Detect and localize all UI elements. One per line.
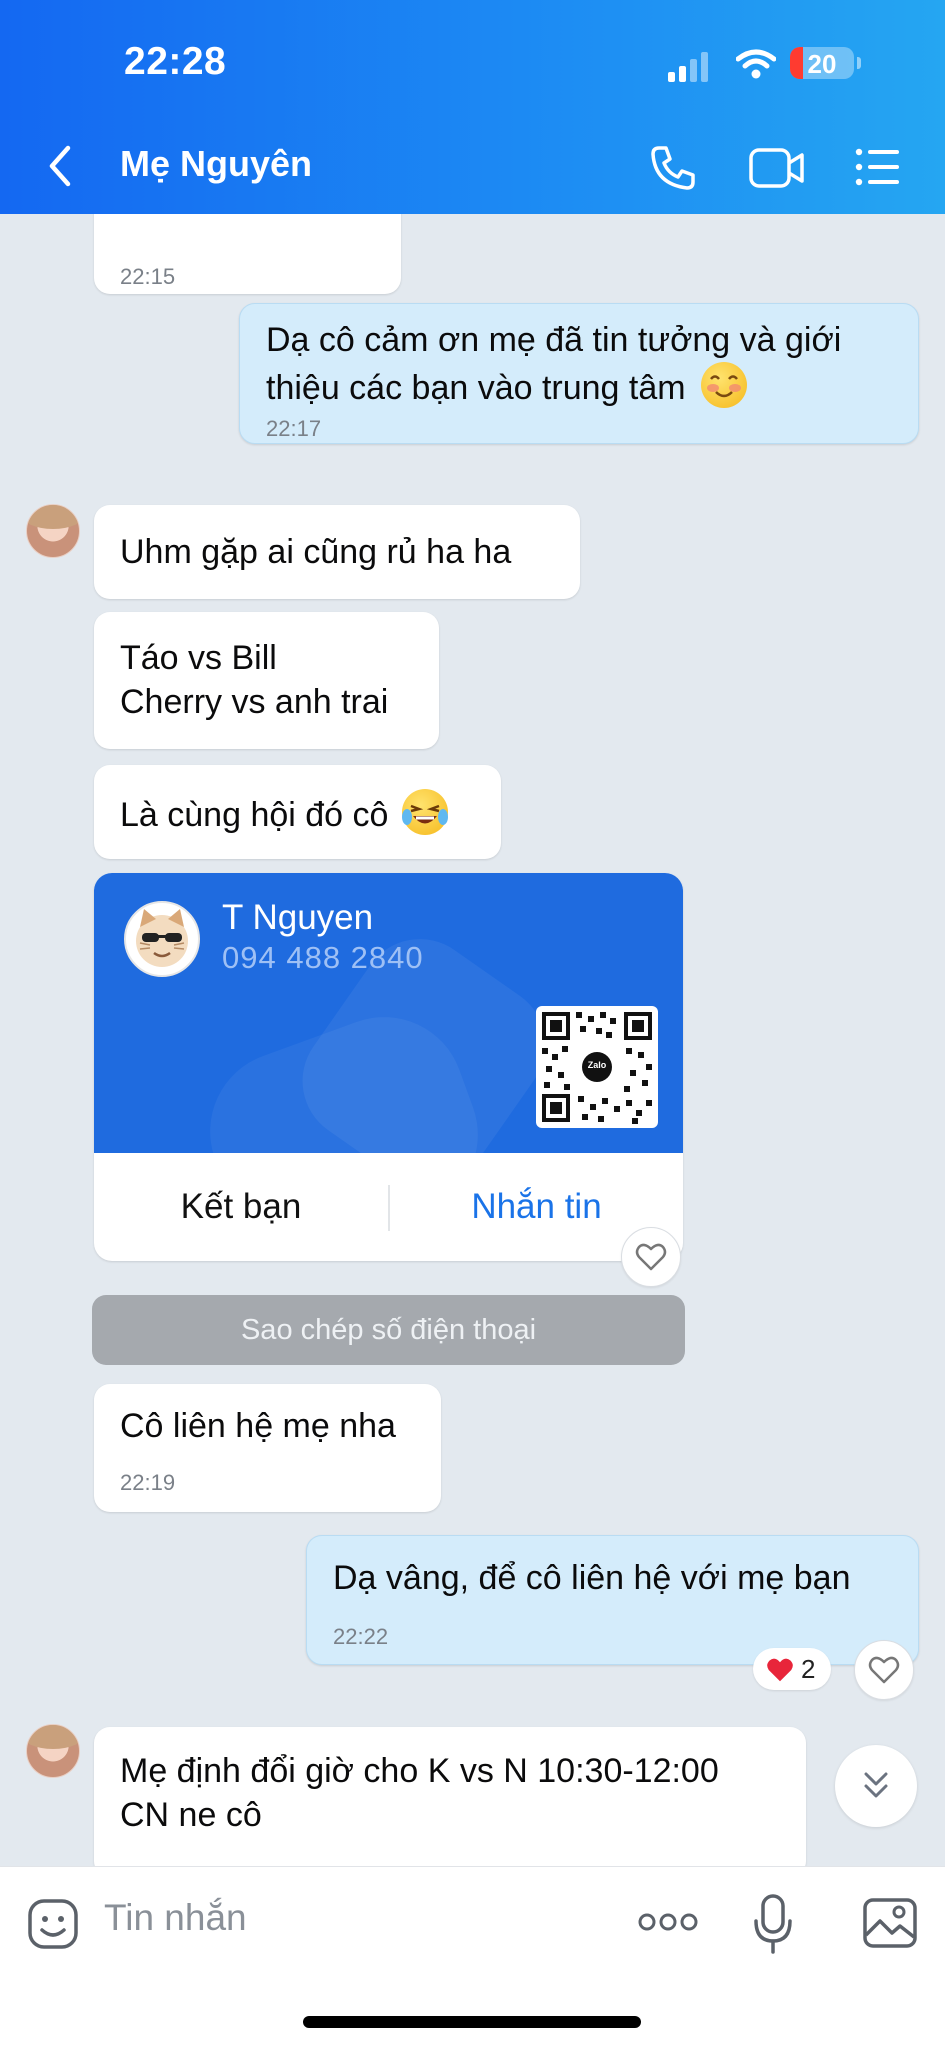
qr-logo-text: Zalo xyxy=(587,1060,607,1070)
copy-phone-button[interactable]: Sao chép số điện thoại xyxy=(92,1295,685,1365)
laughing-tears-emoji-icon xyxy=(401,789,448,835)
react-heart-button[interactable] xyxy=(621,1227,681,1287)
heart-outline-icon xyxy=(635,1243,667,1271)
message-text: Uhm gặp ai cũng rủ ha ha xyxy=(120,533,512,571)
message-line: CN ne cô xyxy=(120,1796,262,1834)
scroll-to-bottom-button[interactable] xyxy=(835,1745,917,1827)
microphone-icon[interactable] xyxy=(752,1893,794,1955)
phone-call-icon[interactable] xyxy=(649,144,697,192)
battery-level: 20 xyxy=(807,49,837,79)
menu-list-icon[interactable] xyxy=(855,148,901,186)
chat-header: 22:28 20 Mẹ Nguyên xyxy=(0,0,945,214)
message-bubble-in[interactable]: Là cùng hội đó cô xyxy=(94,765,501,859)
contact-avatar[interactable] xyxy=(124,901,200,977)
message-time: 22:22 xyxy=(333,1624,389,1649)
cell-signal-icon xyxy=(668,52,714,82)
chat-title[interactable]: Mẹ Nguyên xyxy=(120,143,312,185)
message-bubble-in[interactable]: Cô liên hệ mẹ nha 22:19 xyxy=(94,1384,441,1512)
message-line-text: Là cùng hội đó cô xyxy=(120,796,389,834)
message-bubble-prev[interactable]: 22:15 xyxy=(94,214,401,294)
video-call-icon[interactable] xyxy=(748,147,806,189)
message-line: thiệu các bạn vào trung tâm xyxy=(266,362,841,410)
chat-area[interactable]: 22:15 Dạ cô cảm ơn mẹ đã tin tưởng và gi… xyxy=(0,214,945,1866)
react-heart-button[interactable] xyxy=(854,1640,914,1700)
message-input[interactable]: Tin nhắn xyxy=(104,1897,247,1939)
message-bubble-in[interactable]: Mẹ định đổi giờ cho K vs N 10:30-12:00 C… xyxy=(94,1727,806,1866)
message-line: Dạ cô cảm ơn mẹ đã tin tưởng và giới xyxy=(266,321,842,359)
message-text: Dạ vâng, để cô liên hệ với mẹ bạn xyxy=(333,1559,851,1597)
message-line: Cherry vs anh trai xyxy=(120,683,389,721)
add-friend-button[interactable]: Kết bạn xyxy=(94,1153,388,1261)
heart-outline-icon xyxy=(868,1656,900,1684)
wifi-icon xyxy=(736,49,776,79)
message-text: Táo vs Bill Cherry vs anh trai xyxy=(120,636,388,724)
sender-avatar[interactable] xyxy=(26,1724,80,1778)
message-bubble-in[interactable]: Táo vs Bill Cherry vs anh trai xyxy=(94,612,439,749)
message-text: Là cùng hội đó cô xyxy=(120,789,448,837)
message-time: 22:19 xyxy=(120,1470,176,1495)
message-time: 22:15 xyxy=(120,264,176,289)
blushing-smile-emoji-icon xyxy=(701,362,748,408)
message-line: Táo vs Bill xyxy=(120,639,277,677)
message-text: Cô liên hệ mẹ nha xyxy=(120,1407,396,1445)
contact-card-header: T Nguyen 094 488 2840 Zalo xyxy=(94,873,683,1153)
message-bubble-out[interactable]: Dạ cô cảm ơn mẹ đã tin tưởng và giới thi… xyxy=(239,303,919,444)
reaction-count-badge[interactable]: 2 xyxy=(753,1648,831,1690)
message-time: 22:17 xyxy=(266,416,322,441)
sticker-emoji-icon[interactable] xyxy=(27,1898,79,1950)
back-chevron-icon[interactable] xyxy=(46,144,74,188)
contact-card[interactable]: T Nguyen 094 488 2840 Zalo Kết bạn Nhắn … xyxy=(94,873,683,1261)
more-options-icon[interactable] xyxy=(638,1910,698,1934)
reaction-count: 2 xyxy=(801,1654,816,1684)
sender-avatar[interactable] xyxy=(26,504,80,558)
message-line: Mẹ định đổi giờ cho K vs N 10:30-12:00 xyxy=(120,1752,719,1790)
red-heart-icon xyxy=(767,1658,793,1682)
qr-code[interactable]: Zalo xyxy=(536,1006,658,1128)
image-gallery-icon[interactable] xyxy=(862,1897,918,1949)
status-time: 22:28 xyxy=(124,40,227,83)
message-text: Mẹ định đổi giờ cho K vs N 10:30-12:00 C… xyxy=(120,1749,719,1837)
message-text: Dạ cô cảm ơn mẹ đã tin tưởng và giới thi… xyxy=(266,318,841,410)
message-bubble-out[interactable]: Dạ vâng, để cô liên hệ với mẹ bạn 22:22 xyxy=(306,1535,919,1665)
contact-phone: 094 488 2840 xyxy=(222,940,424,975)
home-indicator xyxy=(303,2016,641,2028)
double-chevron-down-icon xyxy=(864,1772,888,1798)
battery-tip xyxy=(857,57,861,69)
battery-indicator: 20 xyxy=(790,47,854,79)
message-bubble-in[interactable]: Uhm gặp ai cũng rủ ha ha xyxy=(94,505,580,599)
contact-name: T Nguyen xyxy=(222,898,374,937)
message-line-text: thiệu các bạn vào trung tâm xyxy=(266,369,686,407)
